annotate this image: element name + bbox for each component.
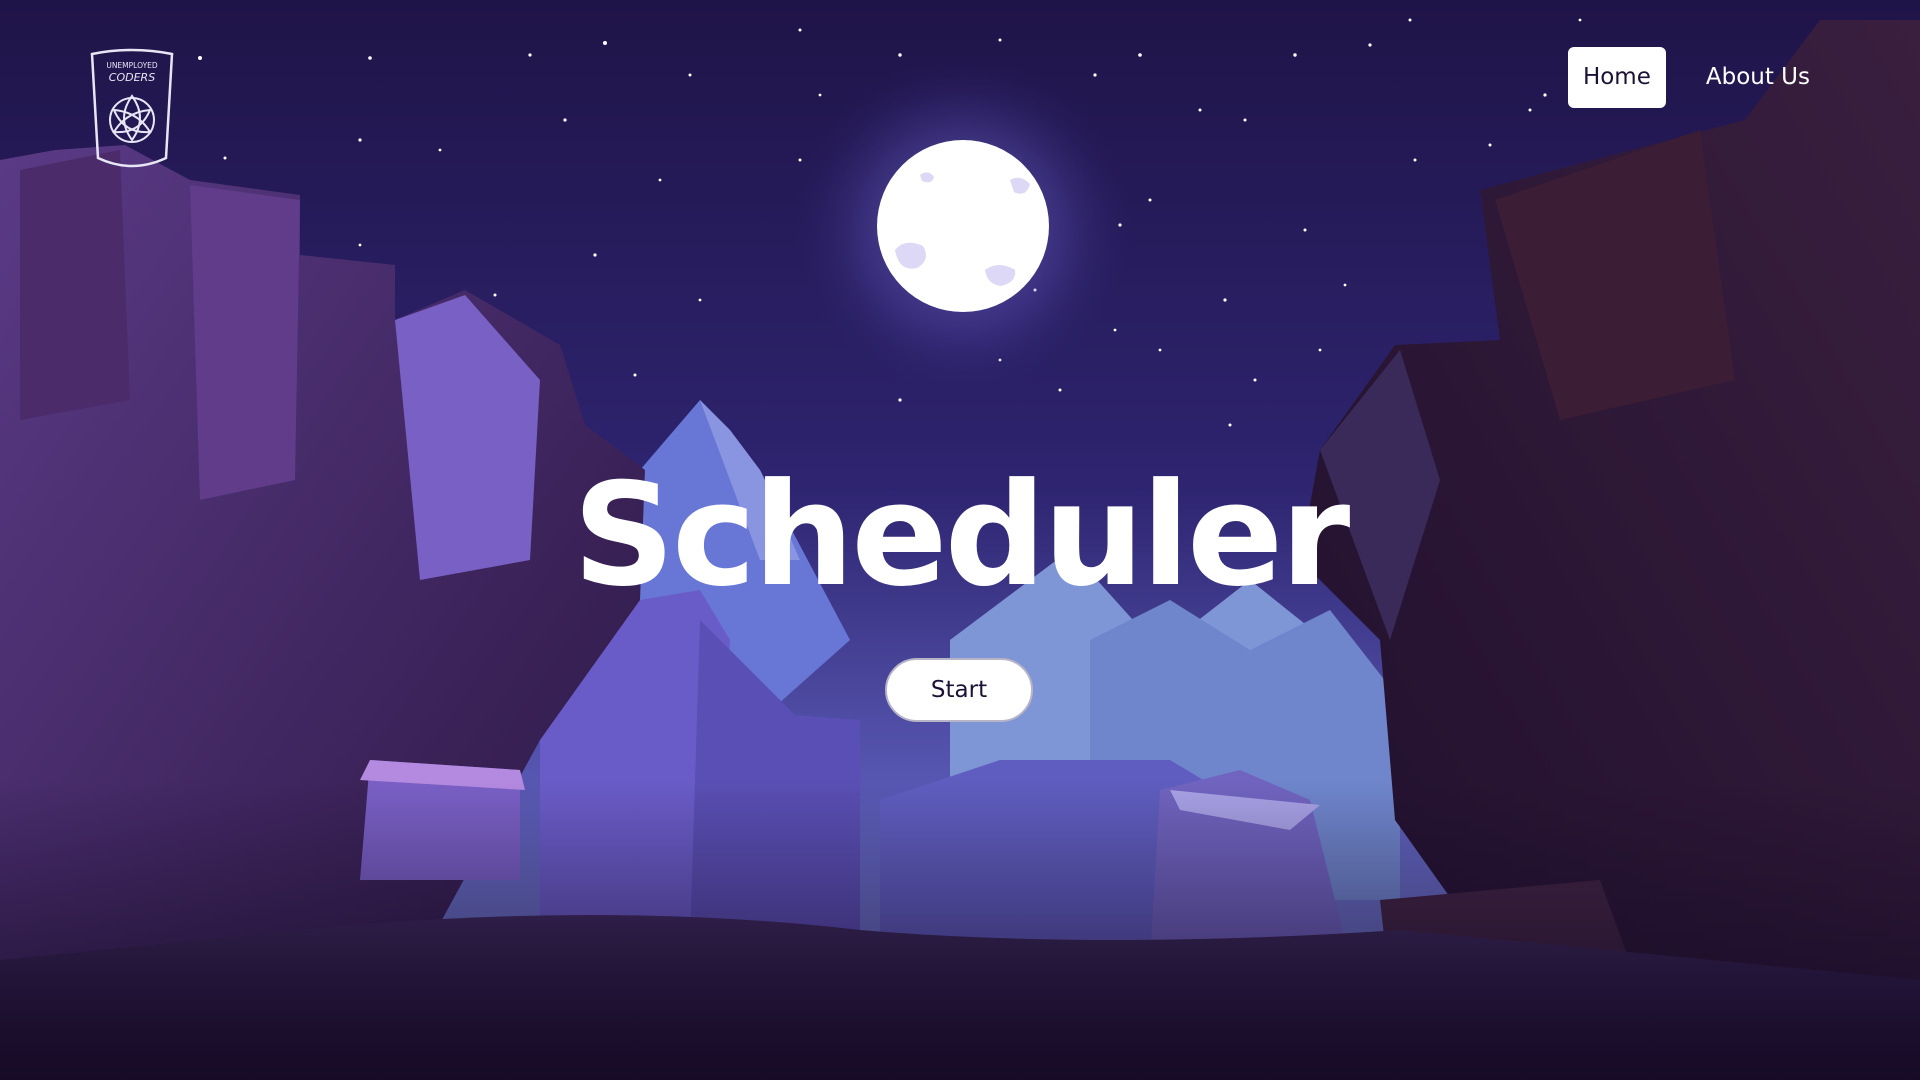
nav-about-link[interactable]: About Us [1706, 66, 1810, 89]
logo-shield-icon: UNEMPLOYED CODERS [90, 48, 174, 168]
left-cliff-face [20, 150, 130, 420]
brand-logo[interactable]: UNEMPLOYED CODERS [84, 48, 180, 174]
logo-line2: CODERS [109, 71, 155, 84]
top-nav: Home About Us [1567, 47, 1810, 108]
left-cliff-face-2 [190, 185, 300, 500]
triquetra-icon [109, 94, 155, 143]
start-button[interactable]: Start [885, 658, 1033, 722]
nav-home-link[interactable]: Home [1567, 47, 1666, 108]
moon [877, 140, 1049, 312]
bottom-shadow [0, 780, 1920, 1080]
hero-title: Scheduler [572, 453, 1351, 618]
logo-line1: UNEMPLOYED [106, 61, 158, 70]
